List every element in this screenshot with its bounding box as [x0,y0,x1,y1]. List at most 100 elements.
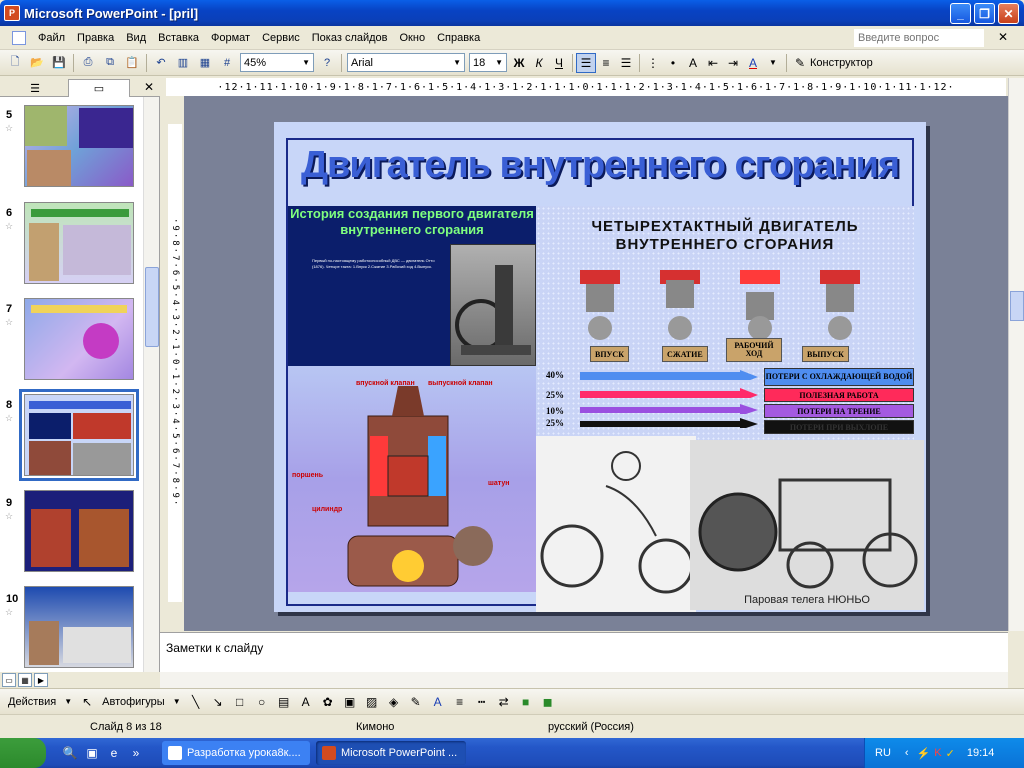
minimize-button[interactable]: _ [950,3,971,24]
steam-cart-photo[interactable]: Паровая телега НЮНЬО [690,440,924,610]
menu-window[interactable]: Окно [394,32,432,44]
slide-thumbnail-10[interactable] [24,586,134,668]
font-color-icon[interactable]: A [743,53,763,73]
font-size-select[interactable]: 18 ▼ [469,53,507,72]
zoom-select[interactable]: 45% ▼ [240,53,314,72]
slide-thumbnail-5[interactable] [24,105,134,187]
engine-cutaway-diagram[interactable]: впускной клапан выпускной клапан поршень… [288,366,536,592]
slide-thumbnail-9[interactable] [24,490,134,572]
designer-button[interactable]: Конструктор [810,57,873,69]
new-icon[interactable]: 🗋 [5,53,25,73]
font-select[interactable]: Arial ▼ [347,53,465,72]
pointer-icon[interactable]: ↖ [77,692,97,712]
search-icon[interactable]: 🔍 [62,745,78,761]
tab-slides[interactable]: ▭ [68,79,130,97]
task-word-document[interactable]: Разработка урока8к.... [162,741,310,765]
language-indicator[interactable]: RU [875,747,891,759]
arrow-style-icon[interactable]: ⇄ [494,692,514,712]
security-icon[interactable]: ✓ [946,747,955,760]
scroll-thumb[interactable] [1010,291,1024,321]
maximize-button[interactable]: ❐ [974,3,995,24]
open-icon[interactable]: 📂 [27,53,47,73]
diagram-icon[interactable]: ✿ [318,692,338,712]
network-icon[interactable]: ⚡ [917,747,931,760]
textbox-icon[interactable]: ▤ [274,692,294,712]
menu-view[interactable]: Вид [120,32,152,44]
save-icon[interactable]: 💾 [49,53,69,73]
numbering-icon[interactable]: ⋮ [643,53,663,73]
close-button[interactable]: ✕ [998,3,1019,24]
slide-thumbnail-6[interactable] [24,202,134,284]
bold-button[interactable]: Ж [509,53,529,73]
increase-indent-icon[interactable]: ⇥ [723,53,743,73]
table-icon[interactable]: ▦ [195,53,215,73]
align-right-icon[interactable]: ☰ [616,53,636,73]
energy-losses-panel[interactable]: 40% 25% 10% 25% ПОТЕРИ С ОХЛАЖДАЮЩЕЙ ВОД… [536,366,914,442]
chevron-down-icon[interactable]: ▼ [763,53,783,73]
actions-menu[interactable]: Действия [4,696,60,708]
ie-icon[interactable]: e [106,745,122,761]
sorter-view-icon[interactable]: ▦ [18,673,32,687]
3d-icon[interactable]: ◼ [538,692,558,712]
italic-button[interactable]: К [529,53,549,73]
line-style-icon[interactable]: ≡ [450,692,470,712]
slide-thumbnail-7[interactable] [24,298,134,380]
menu-tools[interactable]: Сервис [256,32,306,44]
menu-help[interactable]: Справка [431,32,486,44]
chart-icon[interactable]: ▥ [173,53,193,73]
slideshow-view-icon[interactable]: ▶ [34,673,48,687]
slide-title[interactable]: Двигатель внутреннего сгорания [274,144,926,187]
document-close-icon[interactable]: ✕ [998,30,1008,44]
print-icon[interactable]: ⎙ [78,53,98,73]
media-icon[interactable]: ▣ [84,745,100,761]
slide-scrollbar[interactable] [1008,78,1024,631]
chevron-left-icon[interactable]: ‹ [905,747,909,759]
bullets-icon[interactable]: • [663,53,683,73]
ppt-icon[interactable]: P [4,5,20,21]
rectangle-icon[interactable]: □ [230,692,250,712]
increase-font-icon[interactable]: A [683,53,703,73]
four-stroke-panel[interactable]: ЧЕТЫРЕХТАКТНЫЙ ДВИГАТЕЛЬ ВНУТРЕННЕГО СГО… [536,206,914,366]
paste-icon[interactable]: 📋 [122,53,142,73]
document-icon[interactable] [12,30,26,45]
align-center-icon[interactable]: ≡ [596,53,616,73]
arrow-icon[interactable]: ↘ [208,692,228,712]
picture-icon[interactable]: ▨ [362,692,382,712]
decrease-indent-icon[interactable]: ⇤ [703,53,723,73]
chevron-down-icon[interactable]: ▼ [169,697,185,706]
horizontal-scrollbar[interactable] [160,672,1008,688]
align-left-icon[interactable]: ☰ [576,52,596,73]
history-box[interactable]: История создания первого двигателя внутр… [288,206,536,366]
benz-car-drawing[interactable] [536,436,696,612]
menu-slideshow[interactable]: Показ слайдов [306,32,394,44]
menu-insert[interactable]: Вставка [152,32,205,44]
menu-file[interactable]: Файл [32,32,71,44]
undo-icon[interactable]: ↶ [151,53,171,73]
current-slide[interactable]: Двигатель внутреннего сгорания История с… [274,122,926,612]
task-powerpoint[interactable]: Microsoft PowerPoint ... [316,741,466,765]
autoshapes-menu[interactable]: Автофигуры [98,696,169,708]
font-color-icon[interactable]: A [428,692,448,712]
antivirus-icon[interactable]: K [934,747,941,759]
help-search-input[interactable] [854,29,984,47]
slides-scrollbar[interactable] [143,97,159,672]
chevron-right-icon[interactable]: » [128,745,144,761]
notes-placeholder[interactable]: Заметки к слайду [166,641,263,655]
slide-thumbnail-8[interactable] [19,389,139,481]
dash-style-icon[interactable]: ┅ [472,692,492,712]
scroll-thumb[interactable] [145,267,159,347]
close-icon[interactable]: ✕ [144,80,154,94]
underline-button[interactable]: Ч [549,53,569,73]
menu-edit[interactable]: Правка [71,32,120,44]
designer-icon[interactable]: ✎ [790,53,810,73]
shadow-icon[interactable]: ■ [516,692,536,712]
start-button[interactable] [0,738,46,768]
chevron-down-icon[interactable]: ▼ [60,697,76,706]
normal-view-icon[interactable]: ▭ [2,673,16,687]
menu-format[interactable]: Формат [205,32,256,44]
grid-icon[interactable]: # [217,53,237,73]
help-icon[interactable]: ? [317,53,337,73]
tab-outline[interactable]: ☰ [4,79,66,97]
fill-color-icon[interactable]: ◈ [384,692,404,712]
oval-icon[interactable]: ○ [252,692,272,712]
